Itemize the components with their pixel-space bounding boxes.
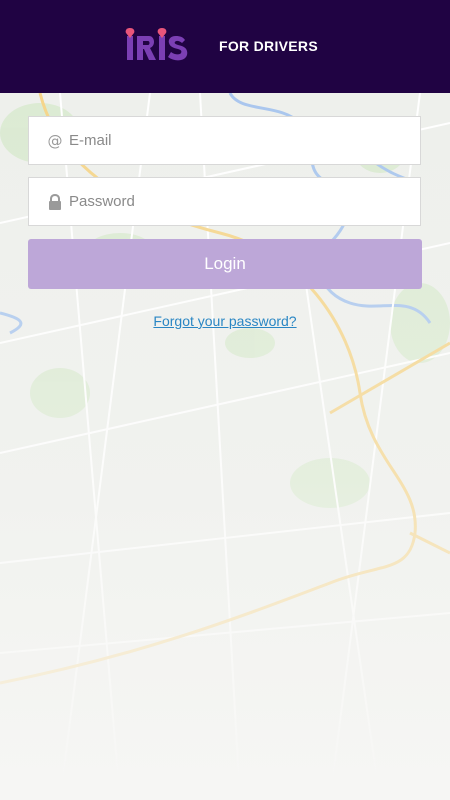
email-field[interactable]: @ [28, 116, 421, 165]
logo-mark-icon [125, 28, 188, 61]
svg-text:@: @ [48, 133, 63, 149]
app-header: FOR DRIVERS [0, 0, 450, 93]
login-button[interactable]: Login [28, 239, 422, 289]
lock-icon [46, 193, 64, 211]
forgot-password-link[interactable]: Forgot your password? [0, 313, 450, 329]
password-field[interactable] [28, 177, 421, 226]
email-input[interactable] [69, 120, 420, 161]
at-icon: @ [46, 132, 64, 150]
password-input[interactable] [69, 181, 420, 222]
iris-logo [125, 28, 203, 64]
tagline: FOR DRIVERS [219, 38, 318, 54]
